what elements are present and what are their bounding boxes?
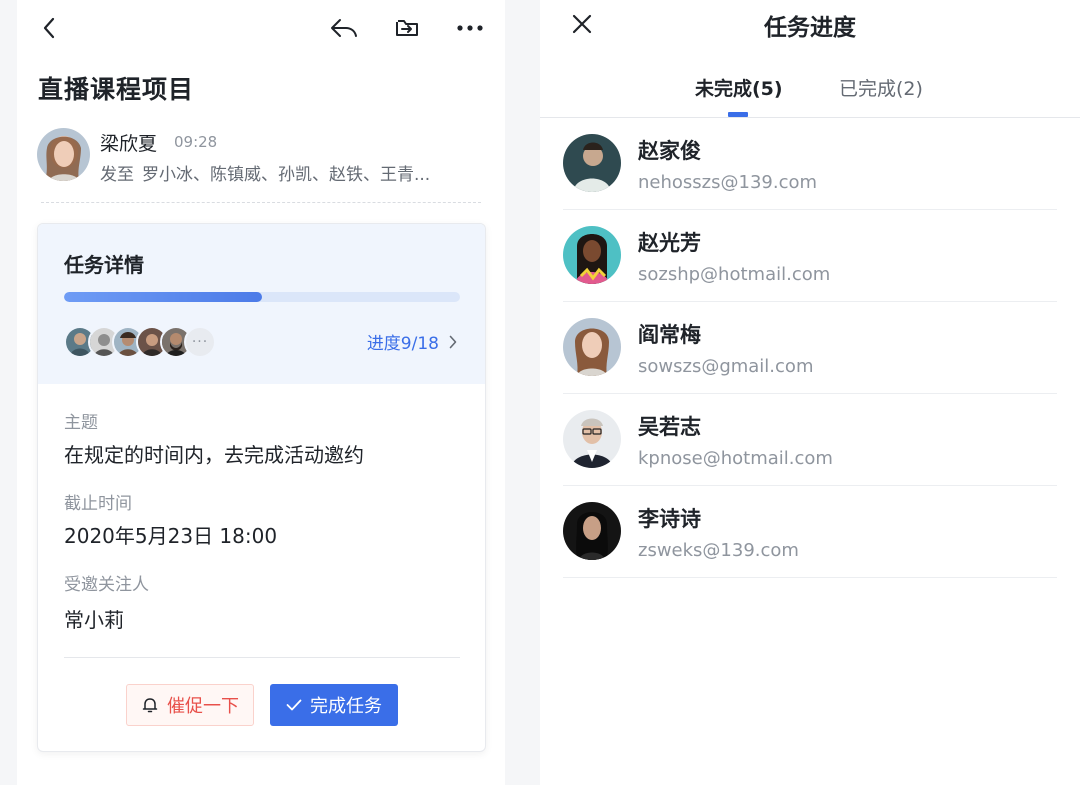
top-toolbar <box>17 0 505 56</box>
complete-task-button[interactable]: 完成任务 <box>270 684 398 726</box>
bell-icon <box>141 696 159 714</box>
mail-detail-panel: 直播课程项目 梁欣夏 09:28 发至 罗小冰、陈镇威、孙凯、赵铁、王青... 任… <box>17 0 505 785</box>
tab-completed[interactable]: 已完成(2) <box>839 74 923 101</box>
member-avatar <box>563 410 621 468</box>
member-name: 赵家俊 <box>638 139 701 163</box>
member-avatar <box>563 502 621 560</box>
progress-label: 进度9/18 <box>366 334 439 354</box>
member-row[interactable]: 李诗诗 zsweks@139.com <box>563 486 1057 578</box>
deadline-label: 截止时间 <box>64 494 132 514</box>
task-progress-fill <box>64 292 262 302</box>
progress-link[interactable]: 进度9/18 <box>367 329 457 354</box>
deadline-value: 2020年5月23日 18:00 <box>64 524 278 548</box>
to-label: 发至 <box>100 165 134 185</box>
check-icon <box>286 698 302 712</box>
recipients-line[interactable]: 发至 罗小冰、陈镇威、孙凯、赵铁、王青... <box>100 160 430 185</box>
more-icon[interactable] <box>452 10 488 46</box>
mail-subject-title: 直播课程项目 <box>38 75 195 104</box>
remind-button-label: 催促一下 <box>167 696 239 717</box>
subject-value: 在规定的时间内，去完成活动邀约 <box>64 443 364 467</box>
member-avatar <box>563 318 621 376</box>
member-row[interactable]: 吴若志 kpnose@hotmail.com <box>563 394 1057 486</box>
member-email: sowszs@gmail.com <box>638 356 814 377</box>
sender-avatar[interactable] <box>37 128 90 181</box>
member-list: 赵家俊 nehosszs@139.com 赵光芳 sozshp@hotmail.… <box>563 118 1057 578</box>
member-row[interactable]: 赵家俊 nehosszs@139.com <box>563 118 1057 210</box>
member-row[interactable]: 赵光芳 sozshp@hotmail.com <box>563 210 1057 302</box>
watcher-value: 常小莉 <box>64 608 124 632</box>
task-detail-card: 任务详情 ··· 进度9/18 主题 在规定的时间内，去完成活动邀约 截止时间 … <box>37 223 486 752</box>
sender-name[interactable]: 梁欣夏 <box>100 129 157 156</box>
card-divider <box>64 657 460 658</box>
recipients-list: 罗小冰、陈镇威、孙凯、赵铁、王青... <box>142 165 431 185</box>
member-name: 李诗诗 <box>638 507 701 531</box>
member-avatar <box>563 134 621 192</box>
task-progress-panel: 任务进度 未完成(5) 已完成(2) 赵家俊 nehosszs@139.com … <box>540 0 1080 785</box>
back-icon[interactable] <box>31 10 67 46</box>
sent-time: 09:28 <box>174 133 218 151</box>
move-to-folder-icon[interactable] <box>389 10 425 46</box>
member-email: kpnose@hotmail.com <box>638 448 833 469</box>
chevron-right-icon <box>449 335 457 349</box>
member-name: 赵光芳 <box>638 231 701 255</box>
member-email: sozshp@hotmail.com <box>638 264 831 285</box>
task-card-title: 任务详情 <box>64 253 144 277</box>
dashed-divider <box>41 202 481 203</box>
tab-incomplete[interactable]: 未完成(5) <box>695 74 783 101</box>
subject-label: 主题 <box>64 413 98 433</box>
remind-button[interactable]: 催促一下 <box>126 684 254 726</box>
complete-button-label: 完成任务 <box>310 696 382 717</box>
member-email: zsweks@139.com <box>638 540 799 561</box>
member-email: nehosszs@139.com <box>638 172 818 193</box>
member-name: 阎常梅 <box>638 323 701 347</box>
member-row[interactable]: 阎常梅 sowszs@gmail.com <box>563 302 1057 394</box>
reply-icon[interactable] <box>326 10 362 46</box>
task-card-header: 任务详情 ··· 进度9/18 <box>38 224 485 384</box>
task-progress-bar <box>64 292 460 302</box>
member-avatar <box>563 226 621 284</box>
panel-title: 任务进度 <box>764 15 856 41</box>
member-name: 吴若志 <box>638 415 701 439</box>
more-participants-icon: ··· <box>184 326 216 358</box>
watcher-label: 受邀关注人 <box>64 575 149 595</box>
